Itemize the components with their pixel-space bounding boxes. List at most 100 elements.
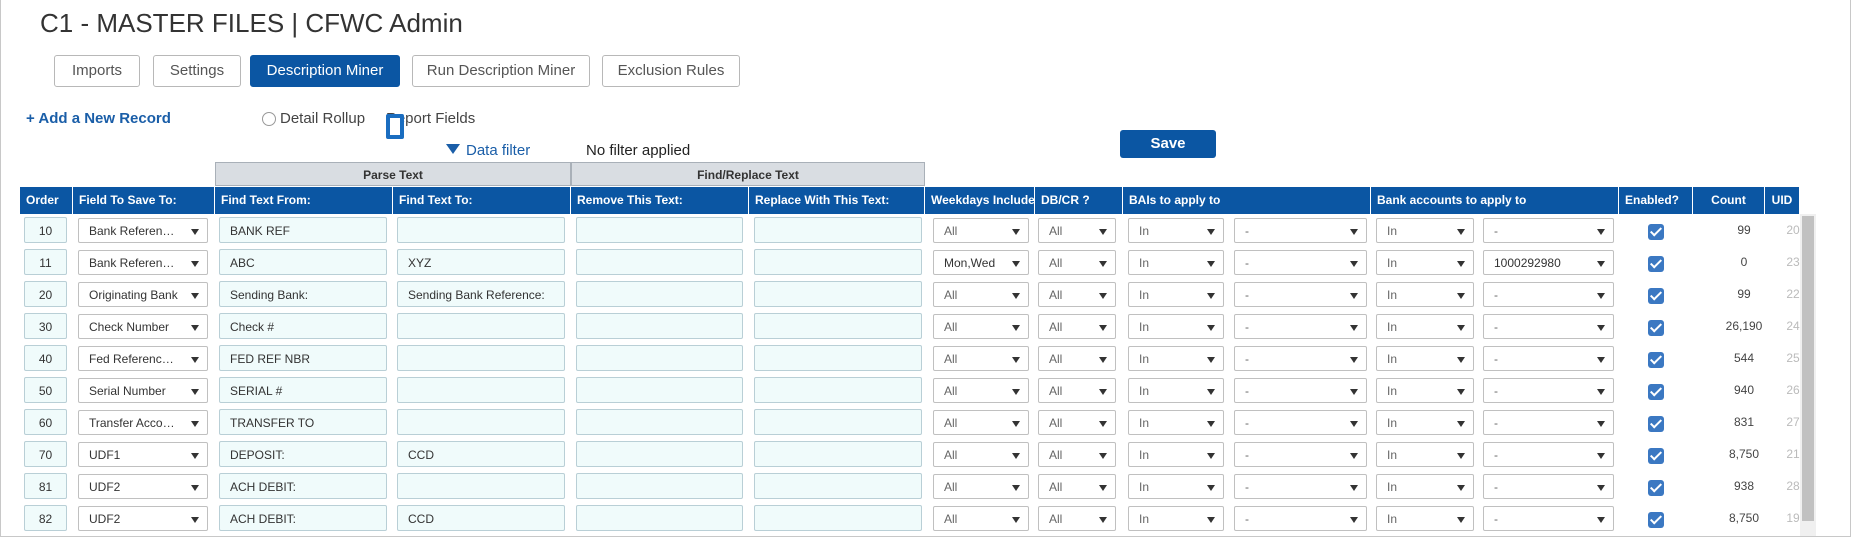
weekdays-select[interactable]: All [933, 410, 1029, 435]
field-select[interactable]: Bank Reference Number [78, 250, 208, 275]
remove-text-input[interactable] [576, 473, 743, 499]
find-to-input[interactable] [397, 409, 565, 435]
field-select[interactable]: Check Number [78, 314, 208, 339]
find-from-input[interactable]: ACH DEBIT: [219, 473, 387, 499]
enabled-checkbox[interactable] [1648, 384, 1664, 400]
find-to-input[interactable] [397, 345, 565, 371]
order-input[interactable]: 11 [24, 249, 67, 275]
enabled-checkbox[interactable] [1648, 448, 1664, 464]
bank-mode-select[interactable]: In [1376, 282, 1474, 307]
replace-text-input[interactable] [754, 281, 922, 307]
bank-value-select[interactable]: - [1483, 346, 1614, 371]
tab-run-description-miner[interactable]: Run Description Miner [412, 55, 590, 87]
weekdays-select[interactable]: All [933, 282, 1029, 307]
order-input[interactable]: 82 [24, 505, 67, 531]
field-select[interactable]: Bank Reference Number [78, 218, 208, 243]
weekdays-select[interactable]: All [933, 218, 1029, 243]
find-to-input[interactable]: XYZ [397, 249, 565, 275]
find-to-input[interactable] [397, 377, 565, 403]
col-remove[interactable]: Remove This Text: [571, 187, 749, 214]
save-button[interactable]: Save [1120, 130, 1216, 158]
bai-value-select[interactable]: - [1234, 506, 1367, 531]
bank-value-select[interactable]: - [1483, 410, 1614, 435]
remove-text-input[interactable] [576, 441, 743, 467]
add-record-link[interactable]: + Add a New Record [26, 110, 171, 127]
data-filter-link[interactable]: Data filter [446, 142, 530, 159]
bank-mode-select[interactable]: In [1376, 314, 1474, 339]
dbcr-select[interactable]: All [1038, 506, 1116, 531]
weekdays-select[interactable]: All [933, 378, 1029, 403]
bai-value-select[interactable]: - [1234, 410, 1367, 435]
replace-text-input[interactable] [754, 345, 922, 371]
bank-mode-select[interactable]: In [1376, 250, 1474, 275]
weekdays-select[interactable]: All [933, 314, 1029, 339]
order-input[interactable]: 50 [24, 377, 67, 403]
enabled-checkbox[interactable] [1648, 352, 1664, 368]
tab-imports[interactable]: Imports [54, 55, 140, 87]
remove-text-input[interactable] [576, 249, 743, 275]
order-input[interactable]: 81 [24, 473, 67, 499]
tab-description-miner[interactable]: Description Miner [250, 55, 400, 87]
find-from-input[interactable]: BANK REF [219, 217, 387, 243]
radio-detail-rollup[interactable]: Detail Rollup [262, 110, 365, 127]
bai-mode-select[interactable]: In [1128, 250, 1224, 275]
bank-mode-select[interactable]: In [1376, 378, 1474, 403]
col-field[interactable]: Field To Save To: [73, 187, 215, 214]
remove-text-input[interactable] [576, 281, 743, 307]
order-input[interactable]: 60 [24, 409, 67, 435]
order-input[interactable]: 70 [24, 441, 67, 467]
enabled-checkbox[interactable] [1648, 416, 1664, 432]
bank-value-select[interactable]: - [1483, 218, 1614, 243]
find-from-input[interactable]: FED REF NBR [219, 345, 387, 371]
col-count[interactable]: Count [1693, 187, 1765, 214]
field-select[interactable]: UDF2 [78, 506, 208, 531]
bai-mode-select[interactable]: In [1128, 218, 1224, 243]
col-find-to[interactable]: Find Text To: [393, 187, 571, 214]
field-select[interactable]: Fed Reference Number [78, 346, 208, 371]
col-enabled[interactable]: Enabled? [1619, 187, 1693, 214]
bai-value-select[interactable]: - [1234, 346, 1367, 371]
enabled-checkbox[interactable] [1648, 320, 1664, 336]
replace-text-input[interactable] [754, 441, 922, 467]
bai-mode-select[interactable]: In [1128, 410, 1224, 435]
dbcr-select[interactable]: All [1038, 410, 1116, 435]
bai-value-select[interactable]: - [1234, 218, 1367, 243]
bai-mode-select[interactable]: In [1128, 346, 1224, 371]
bank-value-select[interactable]: - [1483, 506, 1614, 531]
find-from-input[interactable]: TRANSFER TO [219, 409, 387, 435]
remove-text-input[interactable] [576, 313, 743, 339]
bai-mode-select[interactable]: In [1128, 442, 1224, 467]
bank-value-select[interactable]: - [1483, 378, 1614, 403]
replace-text-input[interactable] [754, 409, 922, 435]
weekdays-select[interactable]: Mon,Wed [933, 250, 1029, 275]
dbcr-select[interactable]: All [1038, 314, 1116, 339]
bai-mode-select[interactable]: In [1128, 378, 1224, 403]
bank-value-select[interactable]: - [1483, 282, 1614, 307]
weekdays-select[interactable]: All [933, 506, 1029, 531]
col-dbcr[interactable]: DB/CR ? [1035, 187, 1123, 214]
bank-mode-select[interactable]: In [1376, 218, 1474, 243]
dbcr-select[interactable]: All [1038, 346, 1116, 371]
field-select[interactable]: Originating Bank [78, 282, 208, 307]
remove-text-input[interactable] [576, 345, 743, 371]
col-bais[interactable]: BAIs to apply to [1123, 187, 1371, 214]
radio-report-fields[interactable]: Report Fields [386, 110, 475, 139]
find-from-input[interactable]: ACH DEBIT: [219, 505, 387, 531]
find-to-input[interactable]: CCD [397, 441, 565, 467]
bank-mode-select[interactable]: In [1376, 474, 1474, 499]
replace-text-input[interactable] [754, 249, 922, 275]
remove-text-input[interactable] [576, 217, 743, 243]
col-uid[interactable]: UID [1765, 187, 1800, 214]
col-find-from[interactable]: Find Text From: [215, 187, 393, 214]
bank-mode-select[interactable]: In [1376, 346, 1474, 371]
order-input[interactable]: 20 [24, 281, 67, 307]
find-from-input[interactable]: ABC [219, 249, 387, 275]
enabled-checkbox[interactable] [1648, 224, 1664, 240]
replace-text-input[interactable] [754, 473, 922, 499]
bai-mode-select[interactable]: In [1128, 474, 1224, 499]
dbcr-select[interactable]: All [1038, 218, 1116, 243]
remove-text-input[interactable] [576, 377, 743, 403]
field-select[interactable]: UDF2 [78, 474, 208, 499]
bai-mode-select[interactable]: In [1128, 506, 1224, 531]
weekdays-select[interactable]: All [933, 474, 1029, 499]
